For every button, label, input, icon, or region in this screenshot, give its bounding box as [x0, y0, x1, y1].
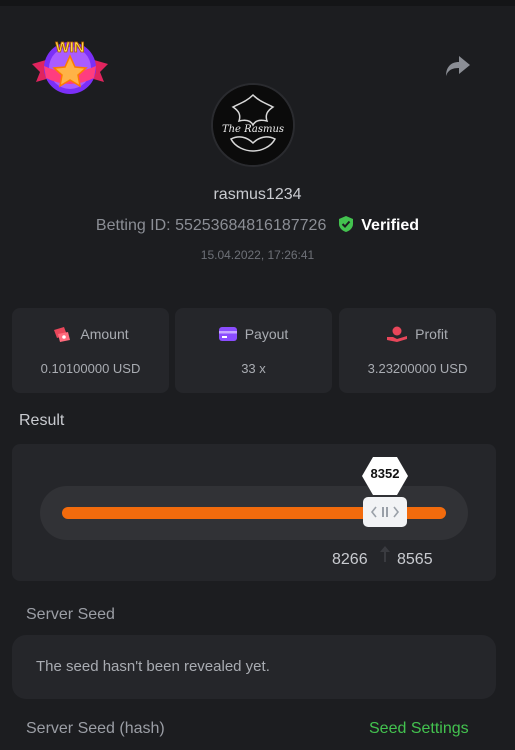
profit-label: Profit [415, 326, 448, 342]
server-seed-label: Server Seed [26, 606, 115, 623]
amount-card: Amount 0.10100000 USD [12, 308, 169, 393]
drag-handle-icon [370, 506, 400, 518]
amount-label: Amount [80, 326, 129, 342]
profit-card: Profit 3.23200000 USD [339, 308, 496, 393]
top-edge-bar [0, 0, 515, 6]
betting-id-row: Betting ID: 55253684816187726 Verified [0, 216, 515, 235]
profit-hand-icon [387, 326, 408, 342]
money-icon [54, 327, 71, 342]
seed-settings-link[interactable]: Seed Settings [369, 720, 469, 738]
share-icon[interactable] [444, 54, 472, 78]
bet-timestamp: 15.04.2022, 17:26:41 [200, 248, 315, 262]
badge-text: WIN [55, 39, 84, 56]
verified-shield-icon [338, 216, 353, 232]
result-title: Result [19, 412, 65, 429]
payout-label: Payout [244, 326, 289, 342]
win-badge-icon: WIN [28, 34, 112, 98]
betting-id-text: Betting ID: 55253684816187726 [95, 217, 327, 234]
range-marker-icon [378, 544, 392, 564]
range-min-value: 8266 [332, 551, 368, 568]
username: rasmus1234 [213, 186, 302, 203]
payout-value: 33 x [241, 361, 266, 376]
profit-value: 3.23200000 USD [367, 361, 468, 376]
avatar-logo-text: The Rasmus [222, 124, 284, 135]
card-icon [218, 327, 237, 341]
result-value: 8352 [370, 466, 400, 481]
server-seed-hash-label: Server Seed (hash) [26, 720, 165, 737]
server-seed-text: The seed hasn't been revealed yet. [36, 658, 270, 675]
amount-value: 0.10100000 USD [40, 361, 141, 376]
result-slider-handle[interactable] [363, 497, 407, 527]
payout-card: Payout 33 x [175, 308, 332, 393]
avatar: The Rasmus [211, 83, 295, 167]
range-max-value: 8565 [397, 551, 433, 568]
verified-label: Verified [361, 217, 420, 234]
